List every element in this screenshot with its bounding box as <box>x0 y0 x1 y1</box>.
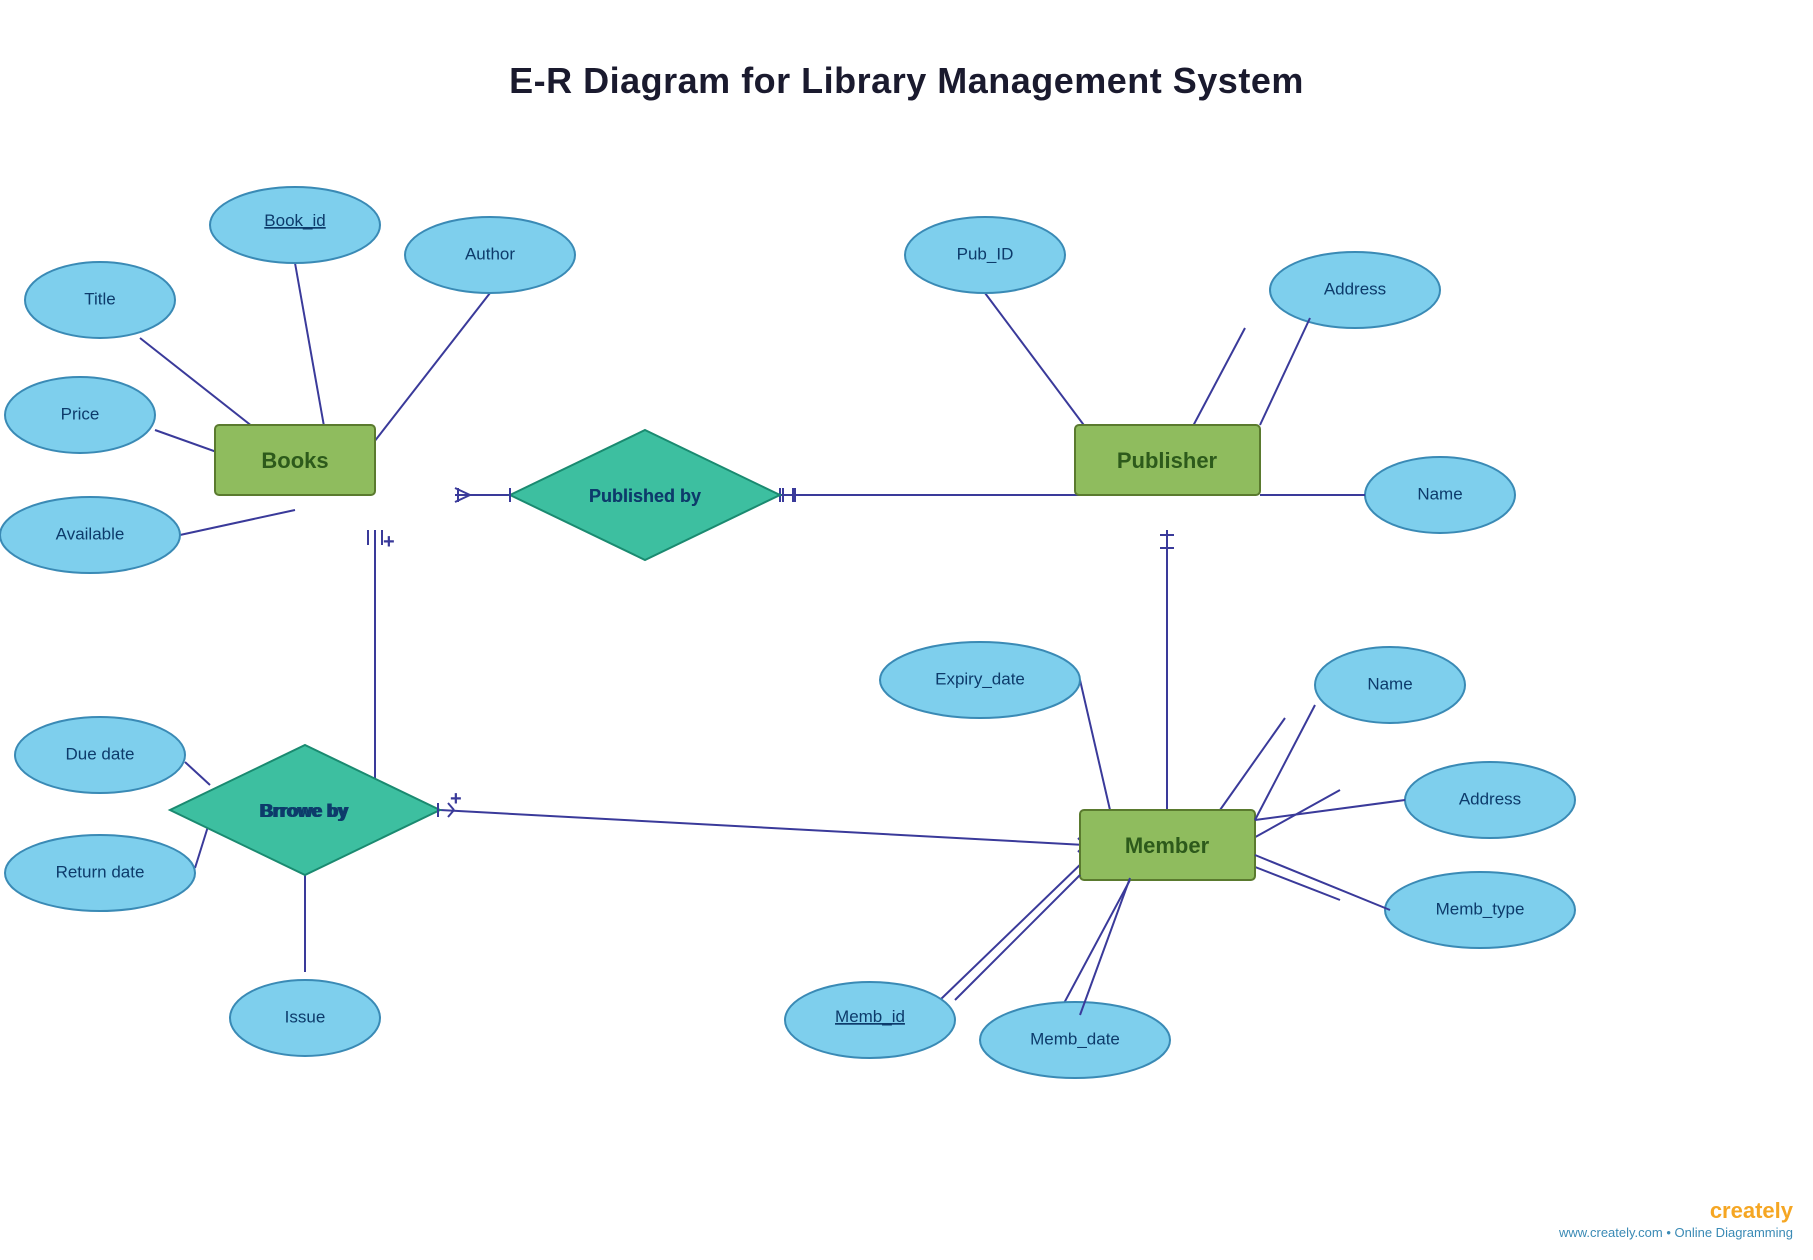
mem-address-label: Address <box>1459 789 1521 808</box>
author-label: Author <box>465 244 515 263</box>
title-label: Title <box>84 289 116 308</box>
memb-date-label: Memb_date <box>1030 1029 1120 1048</box>
expiry-date-label: Expiry_date <box>935 669 1025 688</box>
memb-id-label: Memb_id <box>835 1007 905 1026</box>
return-date-label: Return date <box>56 862 145 881</box>
watermark: creately www.creately.com • Online Diagr… <box>1559 1198 1793 1240</box>
browse-by-text: Brrowe by <box>259 801 347 821</box>
page-title: E-R Diagram for Library Management Syste… <box>0 30 1813 102</box>
pub-id-label: Pub_ID <box>957 244 1014 263</box>
member-entity-label: Member <box>1125 833 1210 858</box>
cardinality-plus-books: + <box>383 531 395 553</box>
cardinality-plus-browse: + <box>450 788 462 810</box>
mem-name-label: Name <box>1367 674 1412 693</box>
books-entity-label: Books <box>261 448 328 473</box>
memb-type-label: Memb_type <box>1436 899 1525 918</box>
brand-name: creately <box>1710 1198 1793 1223</box>
price-label: Price <box>61 404 100 423</box>
pub-address-label: Address <box>1324 279 1386 298</box>
issue-label: Issue <box>285 1007 326 1026</box>
book-id-label: Book_id <box>264 211 325 230</box>
due-date-label: Due date <box>66 744 135 763</box>
pub-name-label: Name <box>1417 484 1462 503</box>
available-label: Available <box>56 524 125 543</box>
published-by-text: Published by <box>589 486 701 506</box>
brand-url: www.creately.com • Online Diagramming <box>1559 1225 1793 1240</box>
publisher-entity-label: Publisher <box>1117 448 1218 473</box>
